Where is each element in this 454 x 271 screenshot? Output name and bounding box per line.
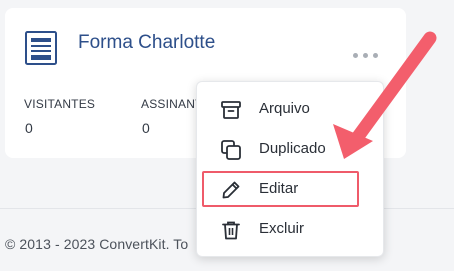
card-title[interactable]: Forma Charlotte: [78, 32, 215, 54]
menu-item-label: Arquivo: [259, 100, 310, 117]
trash-icon: [222, 221, 240, 240]
form-icon: [25, 31, 57, 65]
menu-item-label: Duplicado: [259, 140, 326, 157]
dot-icon: [372, 52, 378, 58]
menu-item-label: Excluir: [259, 220, 305, 237]
menu-item-archive[interactable]: Arquivo: [197, 90, 383, 130]
stat-value-subscribers: 0: [142, 120, 150, 136]
archive-icon: [221, 101, 241, 119]
more-options-button[interactable]: [348, 48, 382, 62]
dot-icon: [352, 52, 358, 58]
dropdown-menu: Arquivo Duplicado Editar Excluir: [196, 81, 384, 257]
dot-icon: [362, 52, 368, 58]
edit-highlight-box: [202, 171, 359, 207]
stat-label-visitors: VISITANTES: [24, 97, 96, 111]
menu-item-duplicate[interactable]: Duplicado: [197, 130, 383, 170]
duplicate-icon: [221, 140, 241, 160]
menu-item-delete[interactable]: Excluir: [197, 210, 383, 250]
stat-value-visitors: 0: [25, 120, 33, 136]
footer-copyright: © 2013 - 2023 ConvertKit. To: [5, 236, 189, 252]
